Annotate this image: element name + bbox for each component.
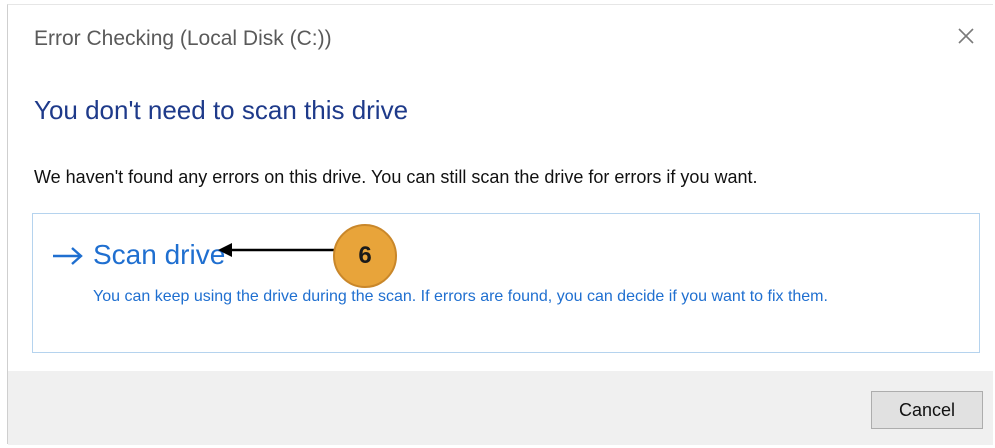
- dialog-heading: You don't need to scan this drive: [34, 95, 409, 125]
- dialog-description: We haven't found any errors on this driv…: [34, 167, 758, 187]
- scan-drive-option[interactable]: Scan drive You can keep using the drive …: [32, 213, 980, 353]
- window-title: Error Checking (Local Disk (C:)): [34, 27, 332, 50]
- dialog-footer: Cancel: [8, 371, 993, 445]
- cancel-button[interactable]: Cancel: [871, 391, 983, 429]
- close-icon[interactable]: [953, 23, 979, 49]
- error-checking-dialog: Error Checking (Local Disk (C:)) You don…: [7, 4, 993, 445]
- title-bar: Error Checking (Local Disk (C:)): [8, 5, 993, 69]
- arrow-right-icon: [53, 247, 83, 265]
- step-callout-badge: 6: [333, 224, 397, 288]
- scan-drive-description: You can keep using the drive during the …: [93, 288, 828, 305]
- scan-drive-link[interactable]: Scan drive: [93, 239, 225, 271]
